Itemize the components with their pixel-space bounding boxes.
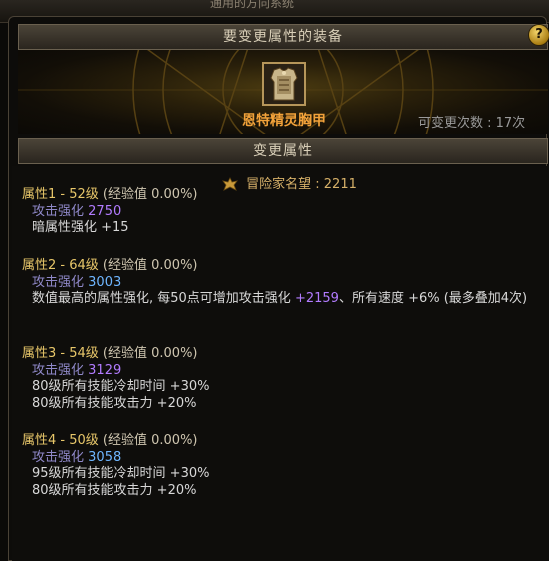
attack-enhance-line: 攻击强化 3058 [32,449,122,465]
change-count: 可变更次数 : 17次 [418,116,526,131]
attack-enhance-line: 攻击强化 3129 [32,362,122,378]
equipment-header-title: 要变更属性的装备 [223,29,343,45]
renown-text: 冒险家名望 : 2211 [246,177,357,192]
chest-armor-icon [264,64,304,104]
renown-row: 冒险家名望 : 2211 [222,173,357,195]
effect-line: 95级所有技能冷却时间 +30% [32,466,210,481]
attribute-option-3[interactable]: 属性3 - 54级 (经验值 0.00%) 攻击强化 3129 80级所有技能冷… [22,346,209,412]
equipment-header: 要变更属性的装备 [18,24,548,50]
help-icon[interactable]: ? [528,24,549,46]
attribute-option-4[interactable]: 属性4 - 50级 (经验值 0.00%) 攻击强化 3058 95级所有技能冷… [22,433,209,499]
attribute-title: 属性3 - 54级 (经验值 0.00%) [22,346,198,361]
item-name: 恩特精灵胸甲 [242,113,326,129]
change-attribute-header: 变更属性 [18,138,548,164]
attack-enhance-line: 攻击强化 2750 [32,203,122,219]
attribute-option-2[interactable]: 属性2 - 64级 (经验值 0.00%) 攻击强化 3003 数值最高的属性强… [22,258,532,308]
attack-enhance-line: 攻击强化 3003 [32,274,122,290]
effect-line: 80级所有技能攻击力 +20% [32,482,197,498]
effect-line: 数值最高的属性强化, 每50点可增加攻击强化 +2159、所有速度 +6% (最… [32,291,528,306]
attribute-title: 属性4 - 50级 (经验值 0.00%) [22,433,198,448]
attribute-option-1[interactable]: 属性1 - 52级 (经验值 0.00%) 攻击强化 2750 暗属性强化 +1… [22,187,198,237]
effect-line: 80级所有技能冷却时间 +30% [32,379,210,394]
effect-line: 暗属性强化 +15 [32,220,129,235]
effect-line: 80级所有技能攻击力 +20% [32,395,197,411]
renown-icon [222,177,238,195]
attribute-title: 属性1 - 52级 (经验值 0.00%) [22,187,198,202]
attribute-title: 属性2 - 64级 (经验值 0.00%) [22,258,198,273]
top-strip-text: 通用的方向系统 [210,0,295,10]
change-attribute-title: 变更属性 [253,143,313,159]
item-slot[interactable] [262,62,306,106]
